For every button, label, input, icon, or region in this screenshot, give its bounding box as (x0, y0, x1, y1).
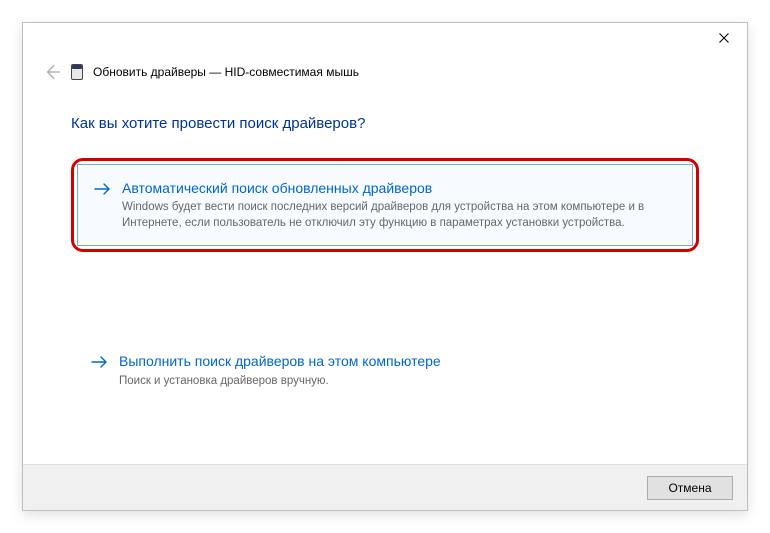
option-manual-desc: Поиск и установка драйверов вручную. (119, 373, 679, 389)
question-heading: Как вы хотите провести поиск драйверов? (71, 115, 699, 132)
dialog-footer: Отмена (23, 464, 747, 510)
back-arrow-icon (43, 63, 61, 81)
dialog-window: Обновить драйверы — HID-совместимая мышь… (22, 22, 748, 511)
close-button[interactable] (701, 23, 747, 53)
arrow-right-icon (94, 180, 112, 198)
cancel-button[interactable]: Отмена (647, 476, 733, 500)
back-button[interactable] (43, 63, 61, 81)
option-auto-search[interactable]: Автоматический поиск обновленных драйвер… (77, 164, 693, 246)
content-area: Как вы хотите провести поиск драйверов? … (71, 115, 699, 403)
option-manual-body: Выполнить поиск драйверов на этом компью… (119, 352, 679, 388)
option-manual-title: Выполнить поиск драйверов на этом компью… (119, 352, 679, 370)
arrow-right-icon (91, 353, 109, 371)
option-auto-body: Автоматический поиск обновленных драйвер… (122, 179, 676, 231)
dialog-title: Обновить драйверы — HID-совместимая мышь (93, 65, 359, 79)
option-manual-search[interactable]: Выполнить поиск драйверов на этом компью… (71, 338, 699, 402)
option-auto-title: Автоматический поиск обновленных драйвер… (122, 179, 676, 197)
device-icon (71, 64, 83, 80)
close-icon (719, 33, 729, 43)
header-bar: Обновить драйверы — HID-совместимая мышь (43, 63, 359, 81)
highlight-annotation: Автоматический поиск обновленных драйвер… (71, 158, 699, 252)
option-auto-desc: Windows будет вести поиск последних верс… (122, 199, 676, 231)
